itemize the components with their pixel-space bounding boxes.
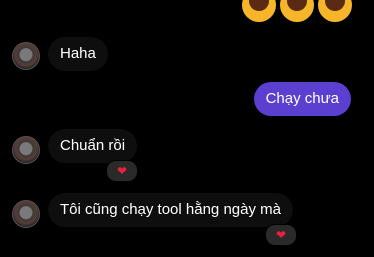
heart-reaction-icon[interactable]: ❤ xyxy=(265,224,297,246)
message-bubble[interactable]: Haha xyxy=(48,37,108,71)
emoji-reaction-row[interactable] xyxy=(242,0,352,22)
message-bubble[interactable]: Tôi cũng chạy tool hằng ngày mà xyxy=(48,193,293,227)
laughing-emoji-icon xyxy=(318,0,352,22)
avatar[interactable] xyxy=(12,200,40,228)
avatar[interactable] xyxy=(12,136,40,164)
outgoing-message-bubble[interactable]: Chạy chưa xyxy=(253,82,351,116)
avatar[interactable] xyxy=(12,42,40,70)
laughing-emoji-icon xyxy=(242,0,276,22)
laughing-emoji-icon xyxy=(280,0,314,22)
chat-thread: Haha Chạy chưa Chuẩn rồi ❤ Tôi cũng chạy… xyxy=(0,0,374,257)
heart-reaction-icon[interactable]: ❤ xyxy=(106,160,138,182)
message-bubble[interactable]: Chuẩn rồi xyxy=(48,129,138,163)
